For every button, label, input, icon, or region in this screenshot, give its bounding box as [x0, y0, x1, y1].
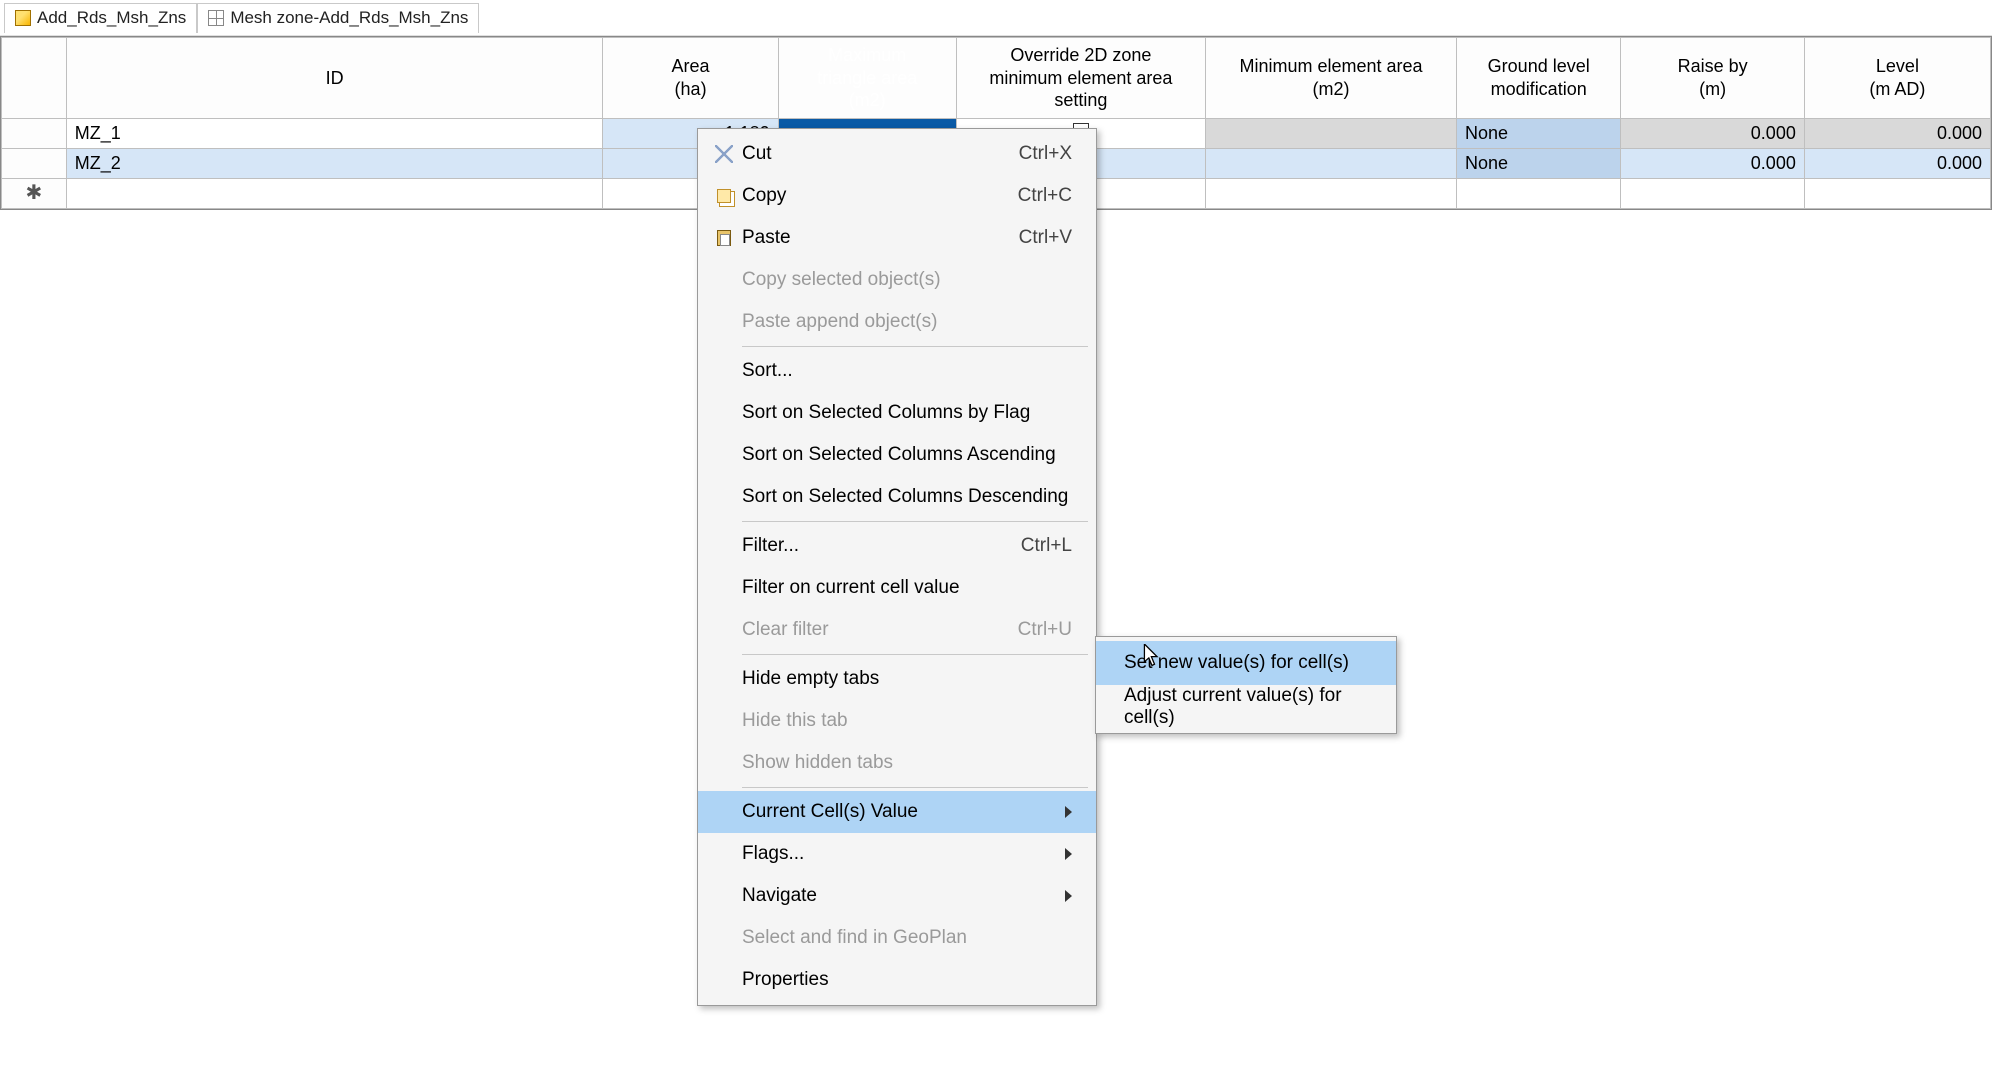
menu-separator [742, 346, 1088, 347]
menu-item-sort[interactable]: Sort... [698, 350, 1096, 392]
cell-min-elem[interactable] [1206, 148, 1457, 178]
col-id[interactable]: ID [66, 38, 603, 119]
cell-ground[interactable] [1456, 178, 1621, 208]
menu-item-sort-on-selected-columns-ascending[interactable]: Sort on Selected Columns Ascending [698, 434, 1096, 476]
col-ground-level-mod[interactable]: Ground level modification [1456, 38, 1621, 119]
new-row-star[interactable]: ✱ [2, 178, 67, 208]
cell-min-elem[interactable] [1206, 178, 1457, 208]
menu-item-shortcut: Ctrl+C [978, 185, 1072, 207]
menu-item-sort-on-selected-columns-by-flag[interactable]: Sort on Selected Columns by Flag [698, 392, 1096, 434]
cell-id[interactable]: MZ_2 [66, 148, 603, 178]
menu-item-copy-selected-object-s: Copy selected object(s) [698, 259, 1096, 301]
row-indicator[interactable] [2, 118, 67, 148]
table-header-row: ID Area (ha) Maximum triangle area (m2) … [2, 38, 1991, 119]
chevron-right-icon [1065, 890, 1072, 902]
submenu-item-set-new-value-s-for-cell-s[interactable]: Set new value(s) for cell(s) [1096, 641, 1396, 685]
tab-mesh-zone[interactable]: Mesh zone-Add_Rds_Msh_Zns [197, 3, 479, 33]
menu-item-label: Hide this tab [742, 710, 1072, 732]
menu-item-clear-filter: Clear filterCtrl+U [698, 609, 1096, 651]
tab-label: Add_Rds_Msh_Zns [37, 8, 186, 28]
menu-item-shortcut: Ctrl+U [978, 619, 1072, 641]
paste-icon [717, 230, 731, 246]
tab-add-rds-msh-zns[interactable]: Add_Rds_Msh_Zns [4, 3, 197, 33]
menu-item-filter-on-current-cell-value[interactable]: Filter on current cell value [698, 567, 1096, 609]
col-max-triangle-area[interactable]: Maximum triangle area (m2) [778, 38, 956, 119]
menu-item-label: Flags... [742, 843, 1049, 865]
cell-id[interactable] [66, 178, 603, 208]
menu-item-flags[interactable]: Flags... [698, 833, 1096, 875]
cell-ground[interactable]: None [1456, 148, 1621, 178]
menu-item-label: Select and find in GeoPlan [742, 927, 1072, 949]
menu-item-cut[interactable]: CutCtrl+X [698, 133, 1096, 175]
cell-id[interactable]: MZ_1 [66, 118, 603, 148]
menu-separator [742, 787, 1088, 788]
col-override[interactable]: Override 2D zone minimum element area se… [956, 38, 1205, 119]
menu-item-hide-this-tab: Hide this tab [698, 700, 1096, 742]
cell-level[interactable] [1804, 178, 1990, 208]
col-level[interactable]: Level (m AD) [1804, 38, 1990, 119]
context-submenu: Set new value(s) for cell(s)Adjust curre… [1095, 636, 1397, 734]
menu-item-label: Sort on Selected Columns by Flag [742, 402, 1072, 424]
col-area[interactable]: Area (ha) [603, 38, 778, 119]
menu-item-filter[interactable]: Filter...Ctrl+L [698, 525, 1096, 567]
menu-item-shortcut: Ctrl+X [979, 143, 1072, 165]
cell-level[interactable]: 0.000 [1804, 148, 1990, 178]
menu-item-paste[interactable]: PasteCtrl+V [698, 217, 1096, 259]
col-min-element-area[interactable]: Minimum element area (m2) [1206, 38, 1457, 119]
chevron-right-icon [1065, 806, 1072, 818]
menu-item-navigate[interactable]: Navigate [698, 875, 1096, 917]
menu-item-hide-empty-tabs[interactable]: Hide empty tabs [698, 658, 1096, 700]
menu-item-properties[interactable]: Properties [698, 959, 1096, 1001]
menu-item-shortcut: Ctrl+L [981, 535, 1072, 557]
asterisk-icon: ✱ [25, 182, 42, 204]
col-raise-by[interactable]: Raise by (m) [1621, 38, 1804, 119]
grid-icon [208, 10, 224, 26]
row-header-blank[interactable] [2, 38, 67, 119]
menu-item-label: Filter... [742, 535, 981, 557]
menu-separator [742, 654, 1088, 655]
menu-item-label: Sort... [742, 360, 1072, 382]
menu-item-label: Copy selected object(s) [742, 269, 1072, 291]
menu-item-label: Cut [742, 143, 979, 165]
menu-item-show-hidden-tabs: Show hidden tabs [698, 742, 1096, 784]
cell-min-elem[interactable] [1206, 118, 1457, 148]
menu-item-label: Properties [742, 969, 1072, 991]
menu-item-shortcut: Ctrl+V [979, 227, 1072, 249]
cut-icon [715, 145, 733, 163]
menu-item-label: Show hidden tabs [742, 752, 1072, 774]
cell-raise[interactable]: 0.000 [1621, 118, 1804, 148]
tab-bar: Add_Rds_Msh_Zns Mesh zone-Add_Rds_Msh_Zn… [0, 0, 1992, 36]
menu-item-sort-on-selected-columns-descending[interactable]: Sort on Selected Columns Descending [698, 476, 1096, 518]
cell-raise[interactable] [1621, 178, 1804, 208]
cell-raise[interactable]: 0.000 [1621, 148, 1804, 178]
menu-separator [742, 521, 1088, 522]
copy-icon [717, 189, 731, 203]
menu-item-label: Filter on current cell value [742, 577, 1072, 599]
menu-item-copy[interactable]: CopyCtrl+C [698, 175, 1096, 217]
menu-item-label: Paste [742, 227, 979, 249]
polygon-icon [15, 10, 31, 26]
menu-item-paste-append-object-s: Paste append object(s) [698, 301, 1096, 343]
row-indicator[interactable] [2, 148, 67, 178]
menu-item-label: Copy [742, 185, 978, 207]
menu-item-label: Sort on Selected Columns Ascending [742, 444, 1072, 466]
submenu-item-adjust-current-value-s-for-cell-s[interactable]: Adjust current value(s) for cell(s) [1096, 685, 1396, 729]
menu-item-label: Sort on Selected Columns Descending [742, 486, 1072, 508]
menu-item-label: Clear filter [742, 619, 978, 641]
menu-item-label: Paste append object(s) [742, 311, 1072, 333]
menu-item-label: Navigate [742, 885, 1049, 907]
menu-item-select-and-find-in-geoplan: Select and find in GeoPlan [698, 917, 1096, 959]
cell-ground[interactable]: None [1456, 118, 1621, 148]
menu-item-label: Current Cell(s) Value [742, 801, 1049, 823]
menu-item-label: Hide empty tabs [742, 668, 1072, 690]
tab-label: Mesh zone-Add_Rds_Msh_Zns [230, 8, 468, 28]
context-menu: CutCtrl+XCopyCtrl+CPasteCtrl+VCopy selec… [697, 128, 1097, 1006]
chevron-right-icon [1065, 848, 1072, 860]
menu-item-current-cell-s-value[interactable]: Current Cell(s) Value [698, 791, 1096, 833]
cell-level[interactable]: 0.000 [1804, 118, 1990, 148]
